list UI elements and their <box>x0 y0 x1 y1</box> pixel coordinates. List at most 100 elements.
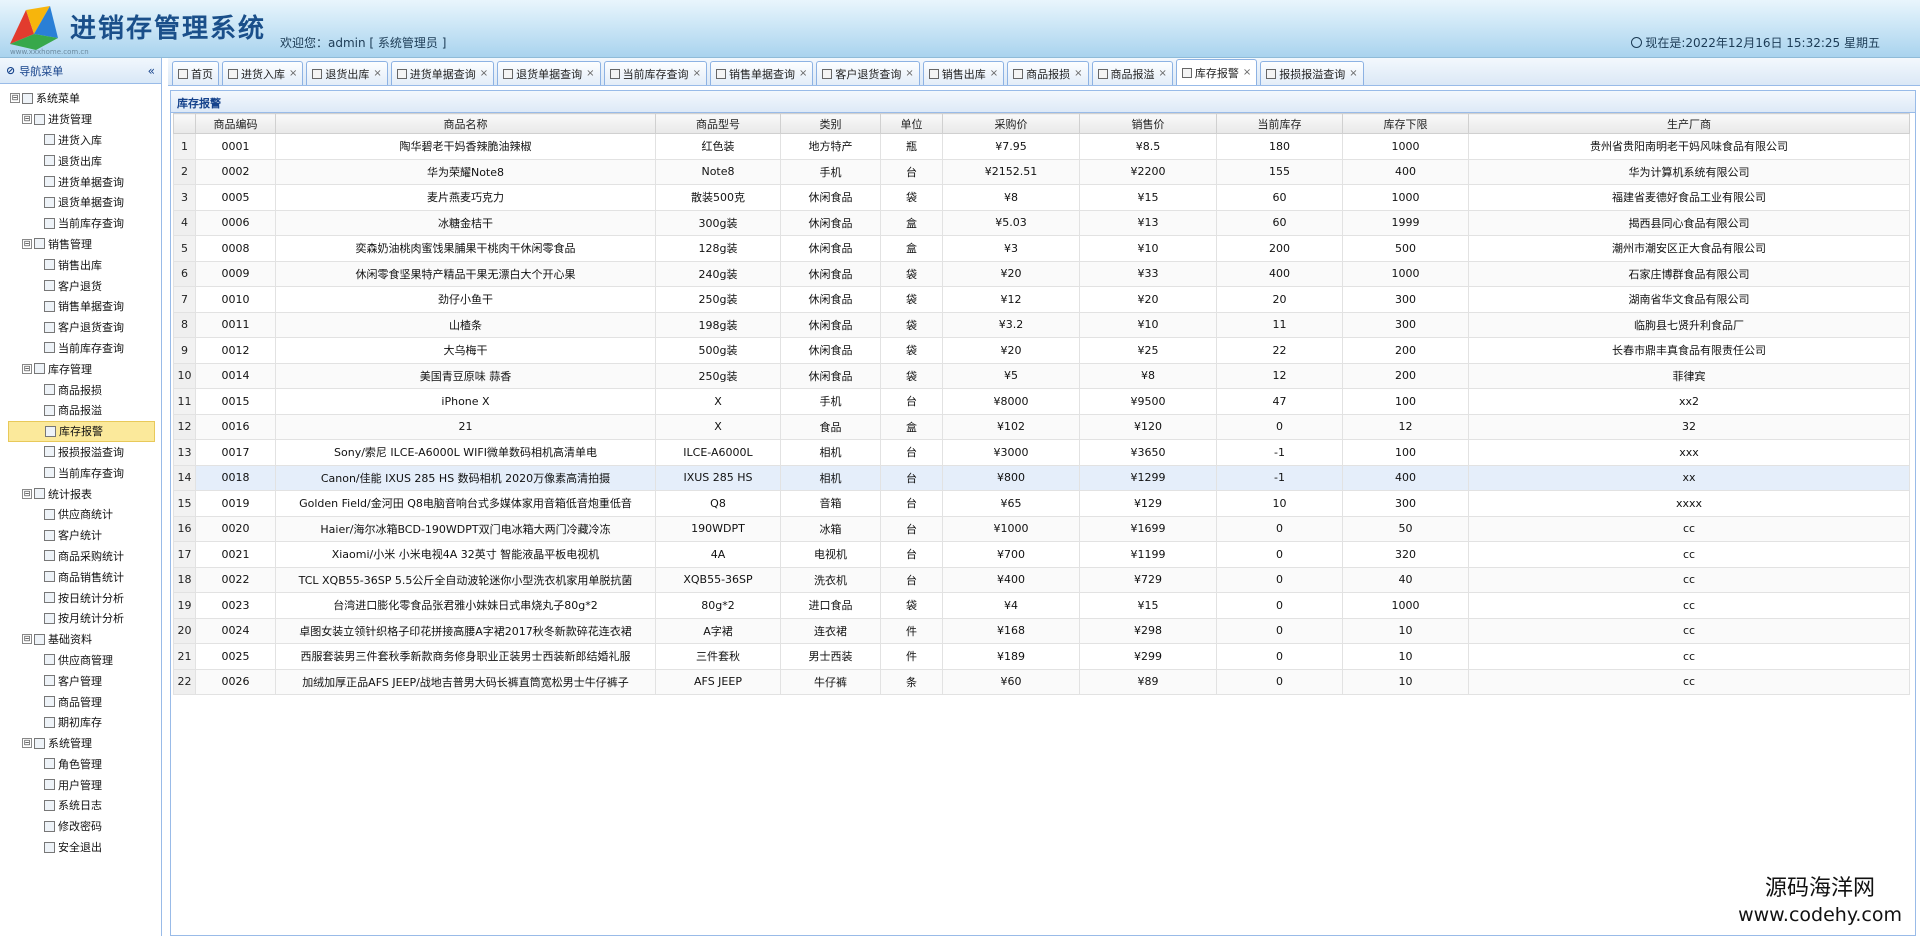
sidebar-item[interactable]: ⊟ 进货管理 <box>8 109 161 130</box>
tab[interactable]: 退货出库 × <box>306 61 388 85</box>
sidebar-item[interactable]: 按月统计分析 <box>8 608 161 629</box>
column-header[interactable]: 库存下限 <box>1342 113 1469 134</box>
table-row[interactable]: 17 0021 Xiaomi/小米 小米电视4A 32英寸 智能液晶平板电视机 4A 电… <box>173 541 1910 568</box>
table-row[interactable]: 9 0012 大乌梅干 500g装 休闲食品袋 ¥20 ¥25 22 200 长春市鼎丰真食品有限… <box>173 337 1910 364</box>
sidebar-item[interactable]: 客户退货 <box>8 275 161 296</box>
sidebar-item[interactable]: 供应商统计 <box>8 504 161 525</box>
tab[interactable]: 退货单据查询 × <box>497 61 601 85</box>
column-header[interactable]: 单位 <box>880 113 943 134</box>
table-row[interactable]: 19 0023 台湾进口膨化零食品张君雅小妹妹日式串烧丸子80g*2 80g*2 进口食… <box>173 592 1910 619</box>
close-icon[interactable]: × <box>990 68 998 79</box>
table-row[interactable]: 6 0009 休闲零食坚果特产精品干果无漂白大个开心果 240g装 休闲食品袋 ¥20 ¥3… <box>173 260 1910 287</box>
table-row[interactable]: 11 0015 iPhone X X 手机台 ¥8000 ¥9500 47 100 xx2 <box>173 388 1910 415</box>
table-row[interactable]: 16 0020 Haier/海尔冰箱BCD-190WDPT双门电冰箱大两门冷藏冷冻 1… <box>173 515 1910 542</box>
column-header[interactable] <box>173 113 196 134</box>
close-icon[interactable]: × <box>1159 68 1167 79</box>
sidebar-item[interactable]: 修改密码 <box>8 816 161 837</box>
tab[interactable]: 当前库存查询 × <box>603 61 707 85</box>
close-icon[interactable]: × <box>1243 67 1251 78</box>
tab[interactable]: 进货入库 × <box>222 61 304 85</box>
table-row[interactable]: 20 0024 卓图女装立领针织格子印花拼接高腰A字裙2017秋冬新款碎花连衣裙 A字… <box>173 617 1910 644</box>
sidebar-item[interactable]: ⊟ 销售管理 <box>8 234 161 255</box>
table-row[interactable]: 8 0011 山楂条 198g装 休闲食品袋 ¥3.2 ¥10 11 300 临朐县七贤升利食品厂 <box>173 311 1910 338</box>
column-header[interactable]: 商品名称 <box>275 113 656 134</box>
close-icon[interactable]: × <box>905 68 913 79</box>
sidebar-item[interactable]: 客户管理 <box>8 670 161 691</box>
tab[interactable]: 报损报溢查询 × <box>1260 61 1364 85</box>
sidebar-item[interactable]: 安全退出 <box>8 837 161 858</box>
sidebar-item[interactable]: 库存报警 <box>8 420 155 442</box>
table-row[interactable]: 10 0014 美国青豆原味 蒜香 250g装 休闲食品袋 ¥5 ¥8 12 200 菲律宾 <box>173 362 1910 389</box>
sidebar-item[interactable]: 系统日志 <box>8 795 161 816</box>
tab[interactable]: 进货单据查询 × <box>390 61 495 85</box>
table-row[interactable]: 15 0019 Golden Field/金河田 Q8电脑音响台式多媒体家用音箱低音… <box>173 490 1910 517</box>
sidebar-item[interactable]: 退货出库 <box>8 150 161 171</box>
table-row[interactable]: 5 0008 奕森奶油桃肉蜜饯果脯果干桃肉干休闲零食品 128g装 休闲食品盒 ¥3 ¥10… <box>173 235 1910 262</box>
sidebar-item[interactable]: 退货单据查询 <box>8 192 161 213</box>
close-icon[interactable]: × <box>586 68 594 79</box>
table-row[interactable]: 13 0017 Sony/索尼 ILCE-A6000L WIFI微单数码相机高清单电… <box>173 439 1910 466</box>
expand-icon[interactable]: ⊟ <box>22 738 32 749</box>
expand-icon[interactable]: ⊟ <box>22 363 32 374</box>
table-row[interactable]: 3 0005 麦片燕麦巧克力 散装500克 休闲食品袋 ¥8 ¥15 60 1000 福建省麦德好… <box>173 184 1910 211</box>
sidebar-item[interactable]: 商品管理 <box>8 691 161 712</box>
sidebar-item[interactable]: 供应商管理 <box>8 650 161 671</box>
tab[interactable]: 客户退货查询 × <box>816 61 920 85</box>
expand-icon[interactable]: ⊟ <box>22 114 32 125</box>
sidebar-item[interactable]: 商品报损 <box>8 379 161 400</box>
sidebar-item[interactable]: 进货入库 <box>8 130 161 151</box>
sidebar-item[interactable]: 期初库存 <box>8 712 161 733</box>
table-row[interactable]: 14 0018 Canon/佳能 IXUS 285 HS 数码相机 2020万像素高… <box>173 464 1910 491</box>
sidebar-item[interactable]: 报损报溢查询 <box>8 442 161 463</box>
tab[interactable]: 销售出库 × <box>922 61 1005 85</box>
close-icon[interactable]: × <box>693 68 701 79</box>
sidebar-item[interactable]: 当前库存查询 <box>8 462 161 483</box>
close-icon[interactable]: × <box>799 68 807 79</box>
table-row[interactable]: 7 0010 劲仔小鱼干 250g装 休闲食品袋 ¥12 ¥20 20 300 湖南省华文食品有限… <box>173 286 1910 313</box>
sidebar-item[interactable]: 当前库存查询 <box>8 213 161 234</box>
column-header[interactable]: 商品编码 <box>195 113 276 134</box>
close-icon[interactable]: × <box>1074 68 1082 79</box>
tab[interactable]: 商品报溢 × <box>1091 61 1173 85</box>
column-header[interactable]: 销售价 <box>1079 113 1217 134</box>
tab[interactable]: 销售单据查询 × <box>709 61 814 85</box>
sidebar-item[interactable]: ⊟ 库存管理 <box>8 358 161 379</box>
close-icon[interactable]: × <box>289 68 297 79</box>
table-row[interactable]: 2 0002 华为荣耀Note8 Note8 手机台 ¥2152.51 ¥2200 155 40… <box>173 158 1910 185</box>
sidebar-item[interactable]: 销售单据查询 <box>8 296 161 317</box>
sidebar-item[interactable]: 商品销售统计 <box>8 566 161 587</box>
column-header[interactable]: 当前库存 <box>1216 113 1343 134</box>
sidebar-item[interactable]: 商品报溢 <box>8 400 161 421</box>
close-icon[interactable]: × <box>373 68 381 79</box>
tab[interactable]: 商品报损 × <box>1007 61 1089 85</box>
column-header[interactable]: 商品型号 <box>655 113 781 134</box>
column-header[interactable]: 生产厂商 <box>1468 113 1910 134</box>
sidebar-item[interactable]: ⊟ 系统管理 <box>8 733 161 754</box>
expand-icon[interactable]: ⊟ <box>22 634 32 645</box>
sidebar-item[interactable]: 客户统计 <box>8 525 161 546</box>
expand-icon[interactable]: ⊟ <box>10 93 20 104</box>
expand-icon[interactable]: ⊟ <box>22 238 32 249</box>
sidebar-item[interactable]: ⊟ 基础资料 <box>8 629 161 650</box>
sidebar-item[interactable]: 按日统计分析 <box>8 587 161 608</box>
table-row[interactable]: 22 0026 加绒加厚正品AFS JEEP/战地吉普男大码长裤直筒宽松男士牛仔裤子… <box>173 668 1910 695</box>
expand-icon[interactable]: ⊟ <box>22 488 32 499</box>
sidebar-item[interactable]: 角色管理 <box>8 754 161 775</box>
column-header[interactable]: 类别 <box>780 113 881 134</box>
table-row[interactable]: 18 0022 TCL XQB55-36SP 5.5公斤全自动波轮迷你小型洗衣机家用… <box>173 566 1910 593</box>
table-row[interactable]: 21 0025 西服套装男三件套秋季新款商务修身职业正装男士西装新郎结婚礼服 三件套秋… <box>173 643 1910 670</box>
table-row[interactable]: 4 0006 冰糖金桔干 300g装 休闲食品盒 ¥5.03 ¥13 60 1999 揭西县同心食… <box>173 209 1910 236</box>
sidebar-item[interactable]: 当前库存查询 <box>8 338 161 359</box>
column-header[interactable]: 采购价 <box>942 113 1080 134</box>
table-row[interactable]: 12 0016 21 X 食品盒 ¥102 ¥120 0 12 32 <box>173 413 1910 440</box>
sidebar-item[interactable]: 进货单据查询 <box>8 171 161 192</box>
sidebar-item[interactable]: 用户管理 <box>8 774 161 795</box>
sidebar-item[interactable]: 商品采购统计 <box>8 546 161 567</box>
sidebar-item[interactable]: 销售出库 <box>8 254 161 275</box>
sidebar-item[interactable]: ⊟ 系统菜单 <box>8 88 161 109</box>
table-row[interactable]: 1 0001 陶华碧老干妈香辣脆油辣椒 红色装 地方特产瓶 ¥7.95 ¥8.5 180 100… <box>173 133 1910 160</box>
close-icon[interactable]: × <box>480 68 488 79</box>
sidebar-item[interactable]: ⊟ 统计报表 <box>8 483 161 504</box>
close-icon[interactable]: × <box>1349 68 1357 79</box>
tab[interactable]: 库存报警 × <box>1175 59 1258 85</box>
